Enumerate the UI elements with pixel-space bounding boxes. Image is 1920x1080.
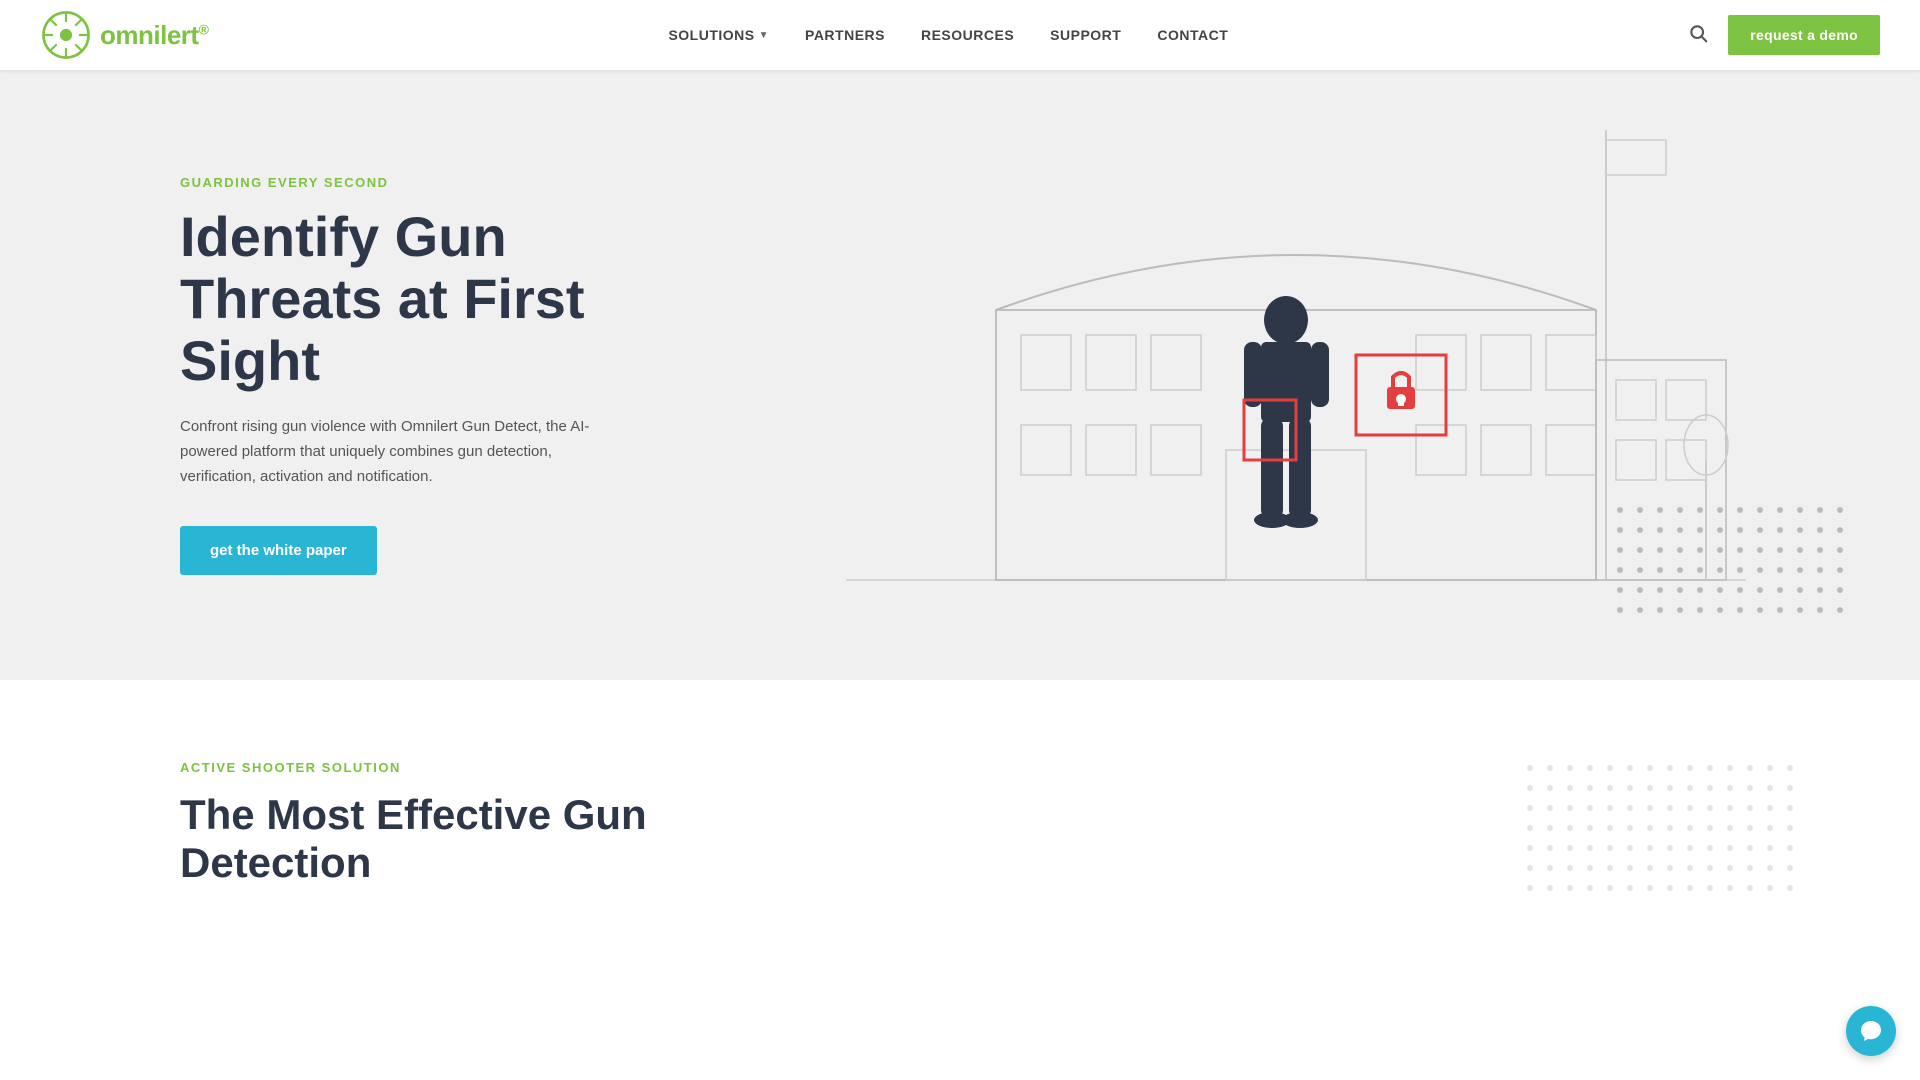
second-section-title: The Most Effective Gun Detection (180, 791, 780, 888)
hero-title: Identify Gun Threats at First Sight (180, 206, 600, 391)
search-button[interactable] (1688, 23, 1708, 48)
logo-name: omnilert (100, 20, 199, 50)
hero-section: /* inline dots */ GUARDING (0, 70, 1920, 680)
hero-content: GUARDING EVERY SECOND Identify Gun Threa… (0, 95, 600, 654)
navbar: omnilert® SOLUTIONS ▼ PARTNERS RESOURCES… (0, 0, 1920, 70)
search-icon (1688, 23, 1708, 43)
logo-area: omnilert® (40, 9, 208, 61)
get-white-paper-button[interactable]: get the white paper (180, 526, 377, 575)
hero-description: Confront rising gun violence with Omnile… (180, 415, 600, 489)
nav-solutions[interactable]: SOLUTIONS ▼ (668, 27, 769, 43)
nav-links: SOLUTIONS ▼ PARTNERS RESOURCES SUPPORT C… (668, 27, 1228, 43)
solutions-dropdown-arrow: ▼ (759, 30, 769, 41)
nav-support[interactable]: SUPPORT (1050, 27, 1121, 43)
second-section-eyebrow: ACTIVE SHOOTER SOLUTION (180, 760, 1740, 775)
dots-decoration (1610, 500, 1860, 650)
nav-contact[interactable]: CONTACT (1157, 27, 1228, 43)
second-section: ACTIVE SHOOTER SOLUTION The Most Effecti… (0, 680, 1920, 948)
nav-resources[interactable]: RESOURCES (921, 27, 1014, 43)
chat-icon (1859, 1019, 1883, 1043)
second-section-dots (1520, 758, 1820, 938)
request-demo-button[interactable]: request a demo (1728, 15, 1880, 55)
logo-trademark: ® (199, 21, 209, 37)
chat-support-button[interactable] (1846, 1006, 1896, 1056)
logo-text: omnilert® (100, 20, 208, 51)
navbar-actions: request a demo (1688, 15, 1880, 55)
omnilert-logo-icon (40, 9, 92, 61)
nav-partners[interactable]: PARTNERS (805, 27, 885, 43)
hero-eyebrow: GUARDING EVERY SECOND (180, 175, 600, 190)
hero-background-scene: /* inline dots */ (672, 70, 1920, 680)
